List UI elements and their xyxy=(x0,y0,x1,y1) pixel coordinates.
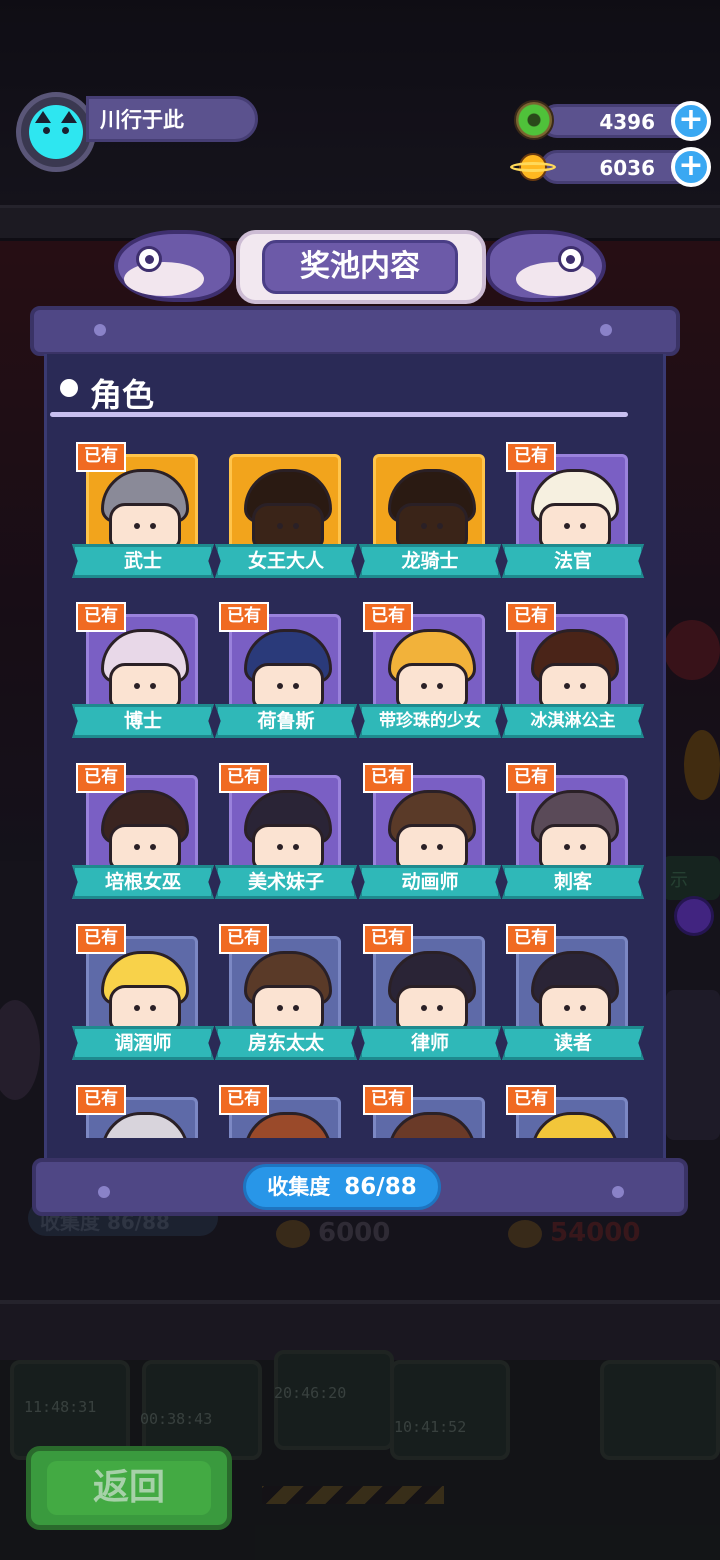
section-bullet-icon xyxy=(60,379,78,397)
character-card[interactable]: 已有法官 xyxy=(502,432,644,582)
owned-badge: 已有 xyxy=(506,442,556,472)
owned-badge: 已有 xyxy=(219,1085,269,1115)
character-card[interactable]: 已有 xyxy=(215,1075,355,1138)
character-name: 律师 xyxy=(359,1026,501,1060)
back-button-label: 返回 xyxy=(47,1461,211,1515)
owned-badge: 已有 xyxy=(76,763,126,793)
cat-avatar-icon xyxy=(29,105,83,159)
coin-currency: 6036 + xyxy=(540,147,711,187)
planet-coin-icon xyxy=(510,152,556,182)
owned-badge: 已有 xyxy=(219,924,269,954)
character-name: 冰淇淋公主 xyxy=(502,704,644,738)
character-name: 武士 xyxy=(72,544,214,578)
character-name: 法官 xyxy=(502,544,644,578)
character-card[interactable]: 已有武士 xyxy=(72,432,214,582)
character-card[interactable]: 已有动画师 xyxy=(359,753,501,903)
owned-badge: 已有 xyxy=(76,1085,126,1115)
fish-decoration-icon xyxy=(114,230,234,302)
character-card[interactable]: 已有 xyxy=(502,1075,642,1138)
section-title: 角色 xyxy=(90,376,155,414)
scroll-top-bar xyxy=(30,306,680,356)
owned-badge: 已有 xyxy=(76,602,126,632)
collection-progress: 收集度 86/88 xyxy=(243,1164,441,1210)
character-grid[interactable]: 已有 武士 女王大人 龙骑士 已有 法官 已有 博士 已有 荷鲁斯 已有 带珍珠的少女 已有 冰淇淋公主已… xyxy=(50,432,660,1138)
owned-badge: 已有 xyxy=(363,924,413,954)
character-card[interactable]: 已有博士 xyxy=(72,592,214,742)
character-name: 带珍珠的少女 xyxy=(359,704,501,738)
add-coin-button[interactable]: + xyxy=(671,147,711,187)
character-card[interactable]: 已有刺客 xyxy=(502,753,644,903)
donut-currency: 4396 + xyxy=(540,101,711,141)
character-portrait xyxy=(229,454,341,550)
owned-badge: 已有 xyxy=(76,924,126,954)
character-card[interactable]: 已有 xyxy=(359,1075,499,1138)
character-card[interactable]: 已有冰淇淋公主 xyxy=(502,592,644,742)
back-button[interactable]: 返回 xyxy=(26,1446,232,1530)
character-card[interactable]: 女王大人 xyxy=(215,432,357,582)
character-card[interactable]: 龙骑士 xyxy=(359,432,501,582)
character-card[interactable]: 已有读者 xyxy=(502,914,644,1064)
collection-label: 收集度 xyxy=(267,1175,331,1199)
character-card[interactable]: 已有带珍珠的少女 xyxy=(359,592,501,742)
character-portrait xyxy=(373,454,485,550)
collection-value: 86/88 xyxy=(344,1174,417,1200)
owned-badge: 已有 xyxy=(219,763,269,793)
character-card[interactable]: 已有 xyxy=(72,1075,212,1138)
owned-badge: 已有 xyxy=(506,1085,556,1115)
section-divider xyxy=(50,412,628,417)
character-card[interactable]: 已有房东太太 xyxy=(215,914,357,1064)
dialog-title: 奖池内容 xyxy=(262,240,458,294)
avatar[interactable] xyxy=(16,92,96,172)
fish-decoration-icon xyxy=(486,230,606,302)
character-name: 女王大人 xyxy=(215,544,357,578)
owned-badge: 已有 xyxy=(363,1085,413,1115)
character-card[interactable]: 已有培根女巫 xyxy=(72,753,214,903)
character-name: 培根女巫 xyxy=(72,865,214,899)
character-name: 刺客 xyxy=(502,865,644,899)
character-card[interactable]: 已有美术妹子 xyxy=(215,753,357,903)
owned-badge: 已有 xyxy=(506,763,556,793)
coin-amount: 6036 xyxy=(599,156,655,180)
character-name: 动画师 xyxy=(359,865,501,899)
character-card[interactable]: 已有荷鲁斯 xyxy=(215,592,357,742)
owned-badge: 已有 xyxy=(363,763,413,793)
username: 川行于此 xyxy=(100,108,184,132)
character-card[interactable]: 已有律师 xyxy=(359,914,501,1064)
character-name: 博士 xyxy=(72,704,214,738)
donut-icon xyxy=(514,100,554,140)
owned-badge: 已有 xyxy=(363,602,413,632)
character-name: 美术妹子 xyxy=(215,865,357,899)
character-card[interactable]: 已有调酒师 xyxy=(72,914,214,1064)
owned-badge: 已有 xyxy=(219,602,269,632)
donut-amount: 4396 xyxy=(599,110,655,134)
owned-badge: 已有 xyxy=(506,602,556,632)
character-name: 房东太太 xyxy=(215,1026,357,1060)
character-name: 调酒师 xyxy=(72,1026,214,1060)
character-name: 读者 xyxy=(502,1026,644,1060)
owned-badge: 已有 xyxy=(76,442,126,472)
character-name: 龙骑士 xyxy=(359,544,501,578)
owned-badge: 已有 xyxy=(506,924,556,954)
character-name: 荷鲁斯 xyxy=(215,704,357,738)
add-donut-button[interactable]: + xyxy=(671,101,711,141)
